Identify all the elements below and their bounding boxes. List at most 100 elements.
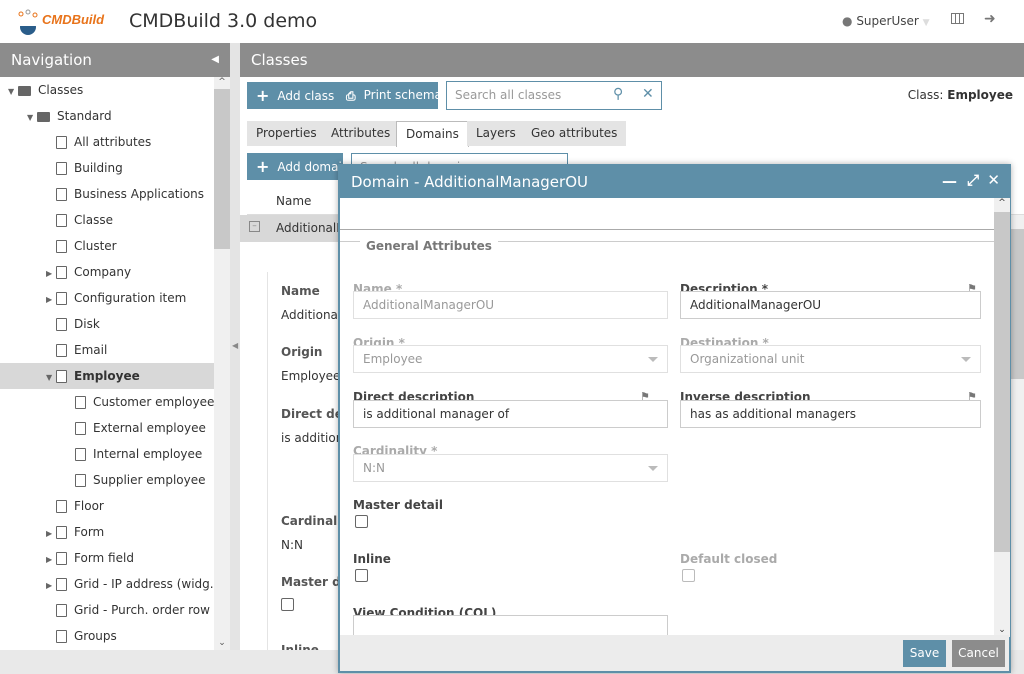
tree-item-label: Customer employee bbox=[93, 395, 215, 409]
tree-item[interactable]: Floor bbox=[0, 493, 214, 519]
dialog-footer: Save Cancel bbox=[340, 635, 1009, 671]
tree-item[interactable]: Customer employee bbox=[0, 389, 214, 415]
document-icon bbox=[56, 214, 67, 227]
tree-item-label: Employee bbox=[74, 369, 140, 383]
expander-icon[interactable]: ▶ bbox=[46, 261, 56, 287]
grid-icon[interactable] bbox=[951, 13, 964, 24]
print-schema-button[interactable]: ⎙ Print schema bbox=[337, 82, 442, 109]
tree-item[interactable]: Business Applications bbox=[0, 181, 214, 207]
expander-icon[interactable]: ▼ bbox=[27, 105, 37, 131]
cancel-button[interactable]: Cancel bbox=[952, 640, 1005, 667]
expander-icon[interactable]: ▶ bbox=[46, 573, 56, 599]
search-icon[interactable]: ⚲ bbox=[613, 86, 623, 102]
save-button[interactable]: Save bbox=[903, 640, 946, 667]
navigation-panel: Navigation ◀ ▼ Classes ▼ Standard All attribu… bbox=[0, 43, 230, 650]
tree-item[interactable]: Grid - Purch. order row bbox=[0, 597, 214, 623]
detail-origin-label: Origin bbox=[281, 345, 323, 359]
column-name[interactable]: Name bbox=[276, 194, 311, 208]
inverse-value-field[interactable]: has as additional managers bbox=[680, 400, 981, 428]
tree-item[interactable]: ▶ Form bbox=[0, 519, 214, 545]
tree-item[interactable]: ▶ Company bbox=[0, 259, 214, 285]
add-domain-button[interactable]: + Add domain bbox=[247, 153, 349, 180]
panel-splitter[interactable]: ◀ bbox=[230, 43, 240, 650]
scroll-thumb[interactable] bbox=[994, 212, 1010, 552]
document-icon bbox=[56, 136, 67, 149]
document-icon bbox=[75, 448, 86, 461]
document-icon bbox=[56, 344, 67, 357]
expander-icon[interactable]: ▼ bbox=[8, 79, 18, 105]
inline-checkbox[interactable] bbox=[355, 569, 368, 582]
clear-icon[interactable]: ✕ bbox=[642, 86, 654, 102]
desc-value-field[interactable]: AdditionalManagerOU bbox=[680, 291, 981, 319]
tree-item[interactable]: Building bbox=[0, 155, 214, 181]
expander-icon[interactable]: ▶ bbox=[46, 521, 56, 547]
tree-item[interactable]: Cluster bbox=[0, 233, 214, 259]
expander-icon[interactable]: ▼ bbox=[46, 365, 56, 391]
tree-item[interactable]: Groups bbox=[0, 623, 214, 649]
section-title: General Attributes bbox=[360, 239, 498, 253]
plus-icon: + bbox=[256, 86, 270, 105]
tab-domains[interactable]: Domains bbox=[396, 121, 469, 147]
user-icon: ● bbox=[842, 14, 853, 28]
tree-item[interactable]: Internal employee bbox=[0, 441, 214, 467]
search-classes-input[interactable]: Search all classes ⚲ ✕ bbox=[446, 81, 662, 110]
classes-title: Classes bbox=[251, 51, 308, 69]
logout-icon[interactable]: ➜ bbox=[984, 11, 996, 27]
tree-item-label: Standard bbox=[57, 109, 112, 123]
tree-item-label: Building bbox=[74, 161, 123, 175]
tree-item[interactable]: Disk bbox=[0, 311, 214, 337]
tree-item[interactable]: ▼ Employee bbox=[0, 363, 214, 389]
document-icon bbox=[56, 552, 67, 565]
tree-item-label: Grid - IP address (widg... bbox=[74, 577, 222, 591]
logo-text: CMDBuild bbox=[42, 12, 105, 27]
scroll-up-icon[interactable]: ^ bbox=[214, 77, 230, 87]
field-value: has as additional managers bbox=[690, 407, 857, 421]
tree-item[interactable]: Email bbox=[0, 337, 214, 363]
tab-geo-attributes[interactable]: Geo attributes bbox=[522, 121, 627, 146]
nav-scrollbar[interactable]: ^ ⌄ bbox=[214, 77, 230, 650]
tree-item[interactable]: All attributes bbox=[0, 129, 214, 155]
collapse-row-icon[interactable]: – bbox=[249, 221, 260, 232]
close-icon[interactable]: ✕ bbox=[987, 171, 1000, 189]
document-icon bbox=[75, 474, 86, 487]
minimize-icon[interactable]: — bbox=[942, 172, 957, 190]
tab-properties[interactable]: Properties bbox=[247, 121, 326, 146]
tree-item[interactable]: ▶ Form field bbox=[0, 545, 214, 571]
tree-item[interactable]: Classe bbox=[0, 207, 214, 233]
master-detail-checkbox[interactable] bbox=[355, 515, 368, 528]
tree-item-label: Classes bbox=[38, 83, 84, 97]
collapse-icon[interactable]: ◀ bbox=[211, 54, 219, 65]
tree-item-label: Email bbox=[74, 343, 108, 357]
tree-item-label: Grid - Purch. order row bbox=[74, 603, 210, 617]
document-icon bbox=[56, 578, 67, 591]
scroll-thumb[interactable] bbox=[214, 89, 230, 249]
scroll-up-icon[interactable]: ^ bbox=[994, 198, 1010, 212]
scroll-thumb[interactable] bbox=[1010, 229, 1024, 379]
tree-item[interactable]: ▼ Standard bbox=[0, 103, 214, 129]
maximize-icon[interactable]: ⤢ bbox=[967, 171, 979, 189]
tab-layers[interactable]: Layers bbox=[467, 121, 525, 146]
class-indicator: Class: Employee bbox=[908, 88, 1013, 102]
dialog-scrollbar[interactable]: ^ ⌄ bbox=[994, 198, 1010, 637]
direct-value-field[interactable]: is additional manager of bbox=[353, 400, 668, 428]
expander-icon[interactable]: ▶ bbox=[46, 547, 56, 573]
tree-item[interactable]: ▶ Configuration item bbox=[0, 285, 214, 311]
tree-item[interactable]: External employee bbox=[0, 415, 214, 441]
user-menu[interactable]: ● SuperUser ▼ bbox=[842, 14, 930, 28]
tab-attributes[interactable]: Attributes bbox=[322, 121, 400, 146]
default-closed-checkbox[interactable] bbox=[682, 569, 695, 582]
field-value: Organizational unit bbox=[690, 352, 805, 366]
dialog-header: Domain - AdditionalManagerOU — ⤢ ✕ bbox=[340, 166, 1009, 198]
tree-item[interactable]: ▶ Grid - IP address (widg... bbox=[0, 571, 221, 599]
scroll-down-icon[interactable]: ⌄ bbox=[214, 638, 230, 648]
class-name: Employee bbox=[947, 88, 1013, 102]
tree-item[interactable]: ▼ Classes bbox=[0, 77, 214, 103]
scroll-down-icon[interactable]: ⌄ bbox=[994, 625, 1010, 635]
card-value-field: N:N bbox=[353, 454, 668, 482]
main-scrollbar[interactable] bbox=[1010, 215, 1024, 650]
expander-icon[interactable]: ▶ bbox=[46, 287, 56, 313]
collapse-arrow-icon[interactable]: ◀ bbox=[232, 341, 238, 350]
add-class-button[interactable]: + Add class bbox=[247, 82, 344, 109]
tree-item[interactable]: Supplier employee bbox=[0, 467, 214, 493]
tree-item-label: Supplier employee bbox=[93, 473, 206, 487]
